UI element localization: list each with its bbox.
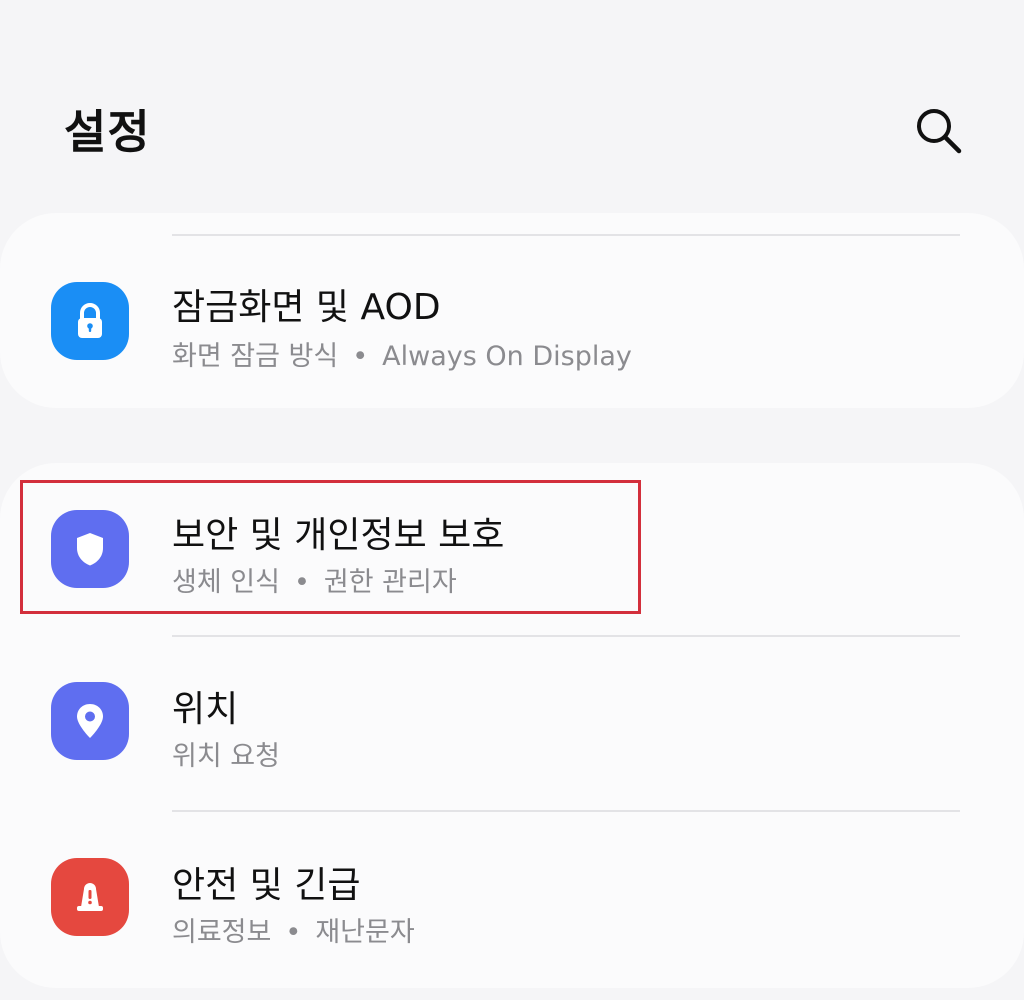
subtitle-part: 재난문자 (315, 917, 415, 948)
subtitle-part: 위치 요청 (172, 741, 280, 772)
settings-item-subtitle: 위치 요청 (172, 734, 280, 773)
page-title: 설정 (64, 105, 151, 159)
subtitle-part: 화면 잠금 방식 (172, 341, 339, 372)
top-app-bar: 설정 (0, 0, 1024, 200)
settings-item-safety-emergency[interactable]: 안전 및 긴급 의료정보 • 재난문자 (0, 828, 1024, 968)
search-icon (917, 109, 962, 154)
divider (172, 234, 960, 236)
divider (172, 635, 960, 637)
settings-item-security-privacy[interactable]: 보안 및 개인정보 보호 생체 인식 • 권한 관리자 (0, 478, 1024, 618)
separator-dot: • (352, 341, 369, 372)
subtitle-part: 생체 인식 (172, 567, 280, 598)
subtitle-part: Always On Display (382, 341, 632, 372)
settings-item-location[interactable]: 위치 위치 요청 (0, 652, 1024, 792)
settings-item-title: 위치 (172, 689, 239, 730)
settings-item-subtitle: 의료정보 • 재난문자 (172, 910, 415, 949)
settings-item-lockscreen-aod[interactable]: 잠금화면 및 AOD 화면 잠금 방식 • Always On Display (0, 240, 1024, 380)
settings-item-subtitle: 생체 인식 • 권한 관리자 (172, 560, 457, 599)
settings-item-subtitle: 화면 잠금 방식 • Always On Display (172, 334, 632, 373)
settings-item-title: 안전 및 긴급 (172, 865, 361, 906)
separator-dot: • (285, 917, 302, 948)
search-button[interactable] (904, 96, 974, 166)
subtitle-part: 권한 관리자 (323, 567, 457, 598)
emergency-alert-icon (51, 858, 129, 936)
subtitle-part: 의료정보 (172, 917, 272, 948)
settings-item-title: 잠금화면 및 AOD (172, 287, 441, 328)
lock-icon (51, 282, 129, 360)
settings-item-title: 보안 및 개인정보 보호 (172, 515, 505, 556)
shield-icon (51, 510, 129, 588)
divider (172, 810, 960, 812)
location-pin-icon (51, 682, 129, 760)
separator-dot: • (293, 567, 310, 598)
